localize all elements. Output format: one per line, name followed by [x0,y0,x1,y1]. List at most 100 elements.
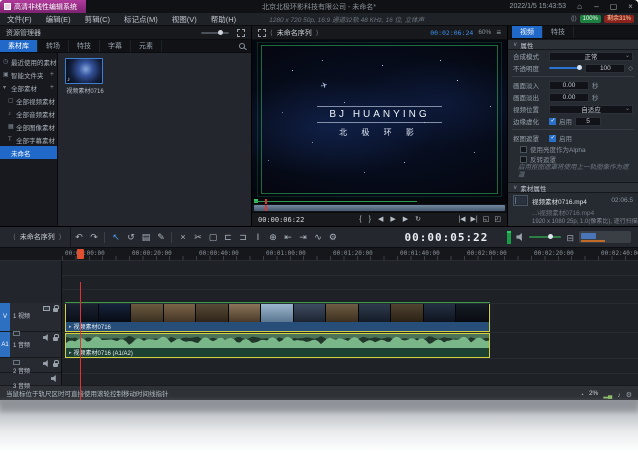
media-thumbnail[interactable] [65,58,103,84]
timeline-minimap[interactable] [579,231,631,243]
fade-in-value[interactable]: 0.00 [549,81,589,90]
mark-in-button[interactable]: { [359,214,361,226]
track-header-0[interactable]: V1 视频 [0,303,61,332]
fullscreen-button[interactable]: ◰ [494,214,501,226]
track-header-2[interactable]: 2 音频 [0,358,61,373]
track-header-1[interactable]: A11 音频 [0,332,61,358]
goto-in-button[interactable]: |◀ [458,214,465,226]
add-icon[interactable]: + [50,84,54,91]
collapse-tracks-icon[interactable] [566,228,574,246]
shuttle-forward-button[interactable]: ▶ [403,214,408,226]
insert-tool-button[interactable]: Ⅰ [250,230,265,245]
settings-gear-icon[interactable] [626,384,632,400]
speaker-icon[interactable] [516,233,524,241]
program-monitor[interactable]: ✈ BJ HUANYING 北 极 环 影 [252,40,507,199]
delete-tool-button[interactable]: × [175,230,190,245]
tree-item-6[interactable]: T全部字幕素材 [0,133,57,146]
playhead-line[interactable] [80,282,81,400]
audio-clip[interactable]: 视频素材0716 (A1/A2) [65,333,490,358]
prev-sequence-icon[interactable] [270,29,273,37]
blend-mode-select[interactable]: 正常 [549,52,633,61]
undo-button[interactable]: ↶ [71,230,86,245]
clip-tool-button[interactable]: ▤ [138,230,153,245]
snap-toggle-button[interactable]: ∿ [310,230,325,245]
material-section-header[interactable]: 素材属性 [508,182,638,193]
add-icon[interactable]: + [50,71,54,78]
prev-edit-button[interactable]: ⇤ [280,230,295,245]
menu-item-5[interactable]: 帮助(H) [204,14,243,25]
timeline-ruler[interactable]: 00:00:00:0000:00:20:0000:00:40:0000:01:0… [0,248,638,261]
monitor-icon[interactable] [43,306,50,311]
luma-alpha-checkbox[interactable] [520,146,527,153]
play-button[interactable]: ▶ [390,214,395,226]
tree-item-1[interactable]: ▣智能文件夹+ [0,68,57,81]
fade-out-value[interactable]: 0.00 [549,93,589,102]
loop-button[interactable]: ↻ [415,214,421,226]
preview-scrubbar[interactable] [252,204,507,212]
trim-in-tool-button[interactable]: ⊏ [220,230,235,245]
media-item[interactable]: 视频素材0716 [65,58,105,95]
inspector-tab-1[interactable]: 特技 [543,26,574,38]
move-tool-button[interactable]: ⊕ [265,230,280,245]
tree-item-5[interactable]: ▦全部图像素材 [0,120,57,133]
detach-preview-icon[interactable] [258,29,266,37]
opacity-value[interactable]: 100 [585,64,625,73]
preview-menu-icon[interactable] [496,28,501,37]
tree-item-2[interactable]: ▾全部素材+ [0,81,57,94]
timeline-settings-button[interactable]: ⚙ [325,230,340,245]
search-icon[interactable] [239,43,245,49]
sequence-tab[interactable]: 未命名序列 [277,28,312,38]
select-tool-button[interactable]: ↖ [108,230,123,245]
playhead-handle[interactable] [77,249,84,259]
speaker-icon[interactable] [43,334,50,341]
tree-item-7[interactable]: 未命名 [0,146,57,159]
speaker-icon[interactable] [43,360,50,367]
marquee-tool-button[interactable]: ▢ [205,230,220,245]
scrub-playhead[interactable] [265,205,267,211]
tree-item-3[interactable]: ▢全部视频素材 [0,94,57,107]
expand-panel-icon[interactable] [237,29,245,37]
pen-tool-button[interactable]: ✎ [153,230,168,245]
home-button[interactable]: ⌂ [572,0,587,13]
feather-enable-checkbox[interactable] [549,118,556,125]
menu-item-0[interactable]: 文件(F) [0,14,39,25]
menu-item-3[interactable]: 标记点(M) [117,14,165,25]
prev-sequence-icon[interactable] [13,233,16,241]
maximize-button[interactable]: ▢ [606,0,621,13]
timeline-lanes[interactable]: 视频素材0716 视频素材0716 (A1/A2) [62,261,638,385]
next-edit-button[interactable]: ⇥ [295,230,310,245]
properties-section-header[interactable]: 属性 [508,39,638,50]
opacity-slider[interactable] [549,67,582,69]
scrub-track[interactable] [254,205,505,211]
browser-tab-1[interactable]: 转场 [38,40,69,52]
lock-icon[interactable] [53,308,58,312]
invert-matte-checkbox[interactable] [520,156,527,163]
menu-item-4[interactable]: 视图(V) [165,14,204,25]
fit-view-button[interactable]: ◱ [483,214,490,226]
minimize-button[interactable]: – [589,0,604,13]
next-sequence-icon[interactable] [59,233,62,241]
keyframe-icon[interactable] [628,65,633,72]
preview-zoom-level[interactable]: 60% [478,29,491,36]
matte-enable-checkbox[interactable] [549,135,556,142]
lock-icon[interactable] [53,363,58,367]
menu-item-2[interactable]: 剪辑(C) [78,14,117,25]
step-back-button[interactable]: ◀ [378,214,383,226]
lock-icon[interactable] [53,337,58,341]
timeline-sequence-tab[interactable]: 未命名序列 [4,227,71,247]
volume-slider[interactable] [529,236,561,238]
next-sequence-icon[interactable] [316,29,319,37]
feather-value[interactable]: 5 [575,117,601,126]
video-position-select[interactable]: 自适应 [549,105,633,114]
tree-item-0[interactable]: ◷最近使用的素材 [0,55,57,68]
redo-button[interactable]: ↷ [86,230,101,245]
speaker-icon[interactable] [51,375,58,382]
browser-tab-3[interactable]: 字幕 [100,40,131,52]
menu-item-1[interactable]: 编辑(E) [39,14,78,25]
close-button[interactable]: × [623,0,638,13]
browser-tab-0[interactable]: 素材库 [0,40,38,52]
mark-out-button[interactable]: } [369,214,371,226]
video-clip[interactable]: 视频素材0716 [65,303,490,332]
track-header-3[interactable]: 3 音频 [0,373,61,386]
goto-out-button[interactable]: ▶| [471,214,478,226]
